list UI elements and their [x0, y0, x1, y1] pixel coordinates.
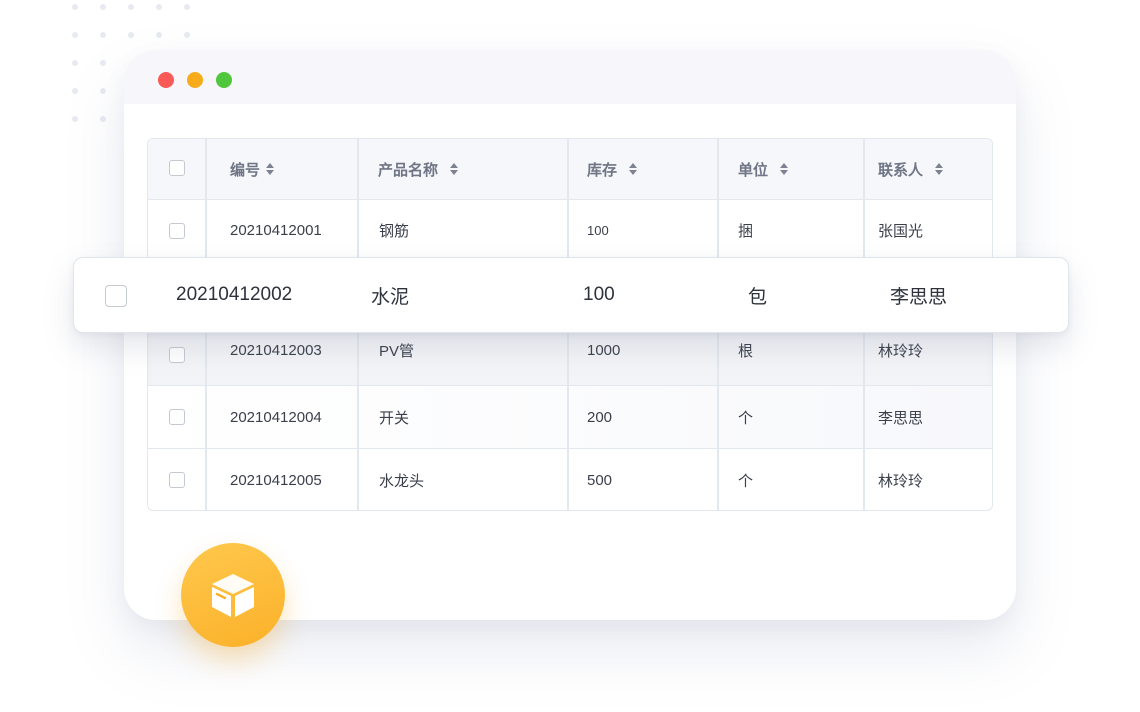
cell-name: 水龙头 [379, 473, 425, 490]
cell-id: 20210412004 [230, 408, 322, 426]
column-header-stock[interactable]: 库存 [587, 139, 638, 199]
box-icon [212, 574, 254, 617]
app-window: 编号 产品名称 库存 单位 联系人 20210412001 钢筋 100 捆 张… [124, 50, 1016, 620]
sort-icon[interactable] [266, 163, 275, 175]
sort-icon[interactable] [450, 163, 459, 175]
cell-name: 水泥 [371, 286, 410, 308]
table-row[interactable]: 20210412004 开关 200 个 李思思 [148, 386, 992, 449]
table-row[interactable]: 20210412005 水龙头 500 个 林玲玲 [148, 449, 992, 510]
column-header-name[interactable]: 产品名称 [378, 139, 459, 199]
cell-id: 20210412002 [176, 284, 293, 305]
maximize-window-button[interactable] [216, 72, 232, 88]
box-badge [181, 543, 285, 647]
window-titlebar [124, 50, 1016, 104]
column-header-contact[interactable]: 联系人 [878, 139, 944, 199]
cell-unit: 包 [748, 286, 768, 308]
table-row[interactable]: 20210412003 PV管 1000 根 林玲玲 [148, 324, 992, 386]
sort-icon[interactable] [629, 163, 638, 175]
row-checkbox[interactable] [169, 223, 185, 239]
cell-contact: 李思思 [878, 409, 924, 427]
cell-unit: 个 [738, 473, 754, 490]
sort-icon[interactable] [935, 163, 944, 175]
minimize-window-button[interactable] [187, 72, 203, 88]
table-header: 编号 产品名称 库存 单位 联系人 [148, 139, 992, 200]
cell-id: 20210412005 [230, 472, 322, 489]
cell-stock: 100 [583, 284, 615, 305]
row-checkbox[interactable] [169, 472, 185, 488]
highlighted-table-row[interactable]: 20210412002 水泥 100 包 李思思 [73, 257, 1069, 333]
column-header-unit[interactable]: 单位 [738, 139, 789, 199]
cell-stock: 100 [587, 223, 609, 238]
cell-unit: 捆 [738, 223, 754, 240]
cell-stock: 500 [587, 472, 613, 489]
column-header-id[interactable]: 编号 [230, 139, 275, 199]
select-all-checkbox[interactable] [169, 160, 185, 176]
cell-name: 开关 [379, 409, 410, 427]
row-checkbox[interactable] [169, 409, 185, 425]
cell-stock: 200 [587, 408, 613, 426]
cell-unit: 个 [738, 409, 754, 427]
cell-contact: 林玲玲 [878, 473, 924, 490]
close-window-button[interactable] [158, 72, 174, 88]
sort-icon[interactable] [780, 163, 789, 175]
table-row[interactable]: 20210412001 钢筋 100 捆 张国光 [148, 200, 992, 262]
cell-contact: 李思思 [890, 286, 948, 308]
row-checkbox[interactable] [105, 285, 127, 307]
cell-contact: 张国光 [878, 223, 924, 240]
cell-name: 钢筋 [379, 223, 410, 240]
cell-id: 20210412001 [230, 222, 322, 239]
row-checkbox[interactable] [169, 347, 185, 363]
